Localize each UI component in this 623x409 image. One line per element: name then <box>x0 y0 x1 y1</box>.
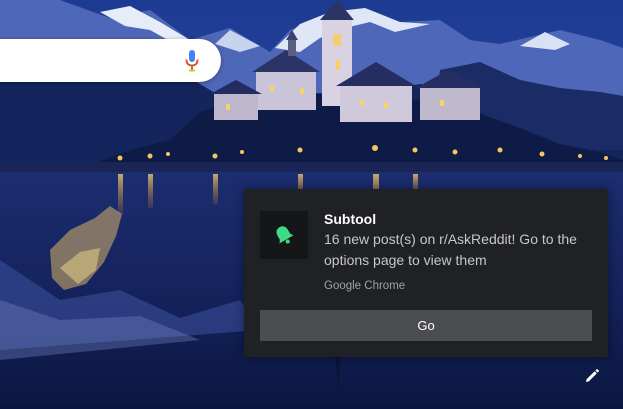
microphone-icon[interactable] <box>185 50 199 72</box>
notification-message: 16 new post(s) on r/AskReddit! Go to the… <box>324 231 577 268</box>
notification-title: Subtool <box>324 211 377 227</box>
search-input[interactable] <box>0 39 160 82</box>
search-box <box>0 39 221 82</box>
notification-text: Subtool 16 new post(s) on r/AskReddit! G… <box>324 210 599 293</box>
pencil-icon <box>586 369 599 382</box>
bell-icon <box>276 226 294 244</box>
new-tab-page: Subtool 16 new post(s) on r/AskReddit! G… <box>0 0 623 409</box>
go-button[interactable]: Go <box>260 310 592 341</box>
notification-toast[interactable]: Subtool 16 new post(s) on r/AskReddit! G… <box>244 189 608 357</box>
customize-button[interactable] <box>582 366 602 386</box>
app-icon-tile <box>260 211 308 259</box>
notification-source: Google Chrome <box>324 280 406 292</box>
